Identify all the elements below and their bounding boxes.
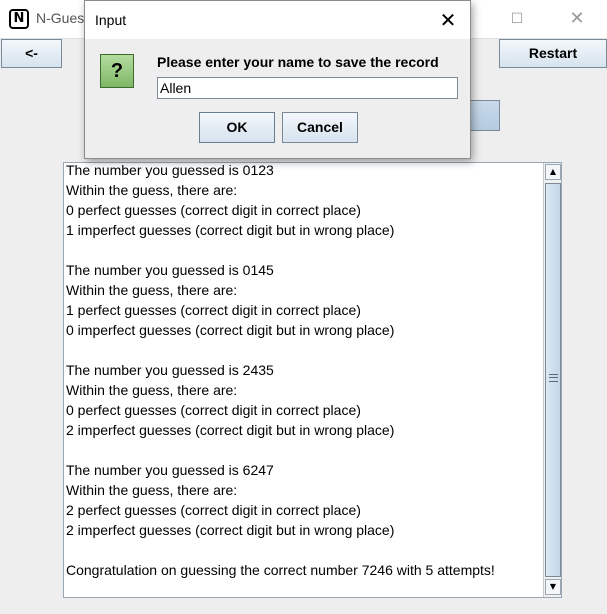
name-input[interactable] <box>157 77 458 99</box>
scroll-up-arrow-icon[interactable]: ▲ <box>545 164 561 180</box>
ok-button[interactable]: OK <box>199 112 275 143</box>
dialog-title: Input <box>95 12 127 28</box>
app-logo-icon: N <box>9 9 29 29</box>
back-button[interactable]: <- <box>1 39 62 68</box>
maximize-icon[interactable]: ☐ <box>504 6 530 32</box>
restart-button[interactable]: Restart <box>499 39 607 68</box>
cancel-button[interactable]: Cancel <box>282 112 358 143</box>
guess-log-textarea[interactable]: The number you guessed is 0123 Within th… <box>63 162 562 598</box>
dialog-message: Please enter your name to save the recor… <box>157 54 439 70</box>
close-window-icon[interactable]: ✕ <box>564 6 590 32</box>
dialog-close-icon[interactable]: ✕ <box>435 7 461 33</box>
window-title: N-Guess <box>36 10 92 26</box>
scroll-down-arrow-icon[interactable]: ▼ <box>545 579 561 595</box>
vertical-scrollbar[interactable]: ▲ ▼ <box>543 163 561 597</box>
grip-lines-icon <box>549 374 558 382</box>
question-icon: ? <box>100 54 134 88</box>
scroll-thumb[interactable] <box>545 183 561 577</box>
guess-log-text: The number you guessed is 0123 Within th… <box>66 162 495 578</box>
input-dialog: Input ✕ ? Please enter your name to save… <box>84 0 471 159</box>
dialog-titlebar: Input ✕ <box>85 1 470 39</box>
